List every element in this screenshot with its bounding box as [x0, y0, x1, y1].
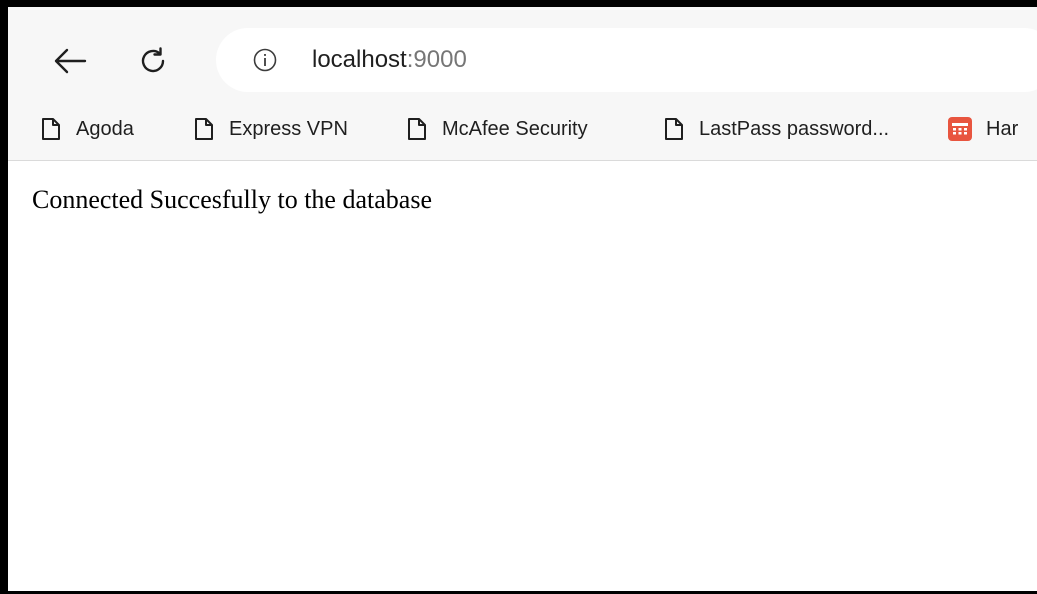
back-arrow-icon [54, 48, 87, 74]
site-info-icon[interactable] [253, 48, 277, 72]
bookmark-har[interactable]: Har [948, 109, 1018, 149]
bookmark-lastpass[interactable]: LastPass password... [663, 109, 889, 149]
reload-icon [141, 47, 165, 73]
bookmark-agoda[interactable]: Agoda [40, 109, 134, 149]
bookmark-mcafee-security[interactable]: McAfee Security [406, 109, 588, 149]
app-icon [948, 117, 972, 141]
url-host: localhost [312, 46, 407, 73]
browser-toolbar: localhost:9000 Agoda Express VPN McAfee … [8, 7, 1037, 161]
bookmark-label: Har [986, 117, 1019, 140]
back-button[interactable] [50, 41, 90, 81]
bookmarks-bar: Agoda Express VPN McAfee Security LastPa… [8, 109, 1037, 149]
status-message: Connected Succesfully to the database [32, 185, 432, 214]
page-icon [406, 116, 428, 142]
bookmark-label: McAfee Security [442, 117, 588, 140]
reload-button[interactable] [133, 41, 173, 81]
page-icon [40, 116, 62, 142]
bookmark-express-vpn[interactable]: Express VPN [193, 109, 348, 149]
url-text[interactable]: localhost:9000 [312, 45, 467, 75]
page-icon [193, 116, 215, 142]
browser-window: localhost:9000 Agoda Express VPN McAfee … [0, 0, 1037, 594]
page-icon [663, 116, 685, 142]
bookmark-label: Agoda [76, 117, 134, 140]
page-content: Connected Succesfully to the database [8, 162, 1037, 591]
bookmark-label: Express VPN [229, 117, 348, 140]
url-port: :9000 [406, 46, 467, 73]
address-bar[interactable]: localhost:9000 [216, 28, 1037, 92]
bookmark-label: LastPass password... [699, 117, 890, 140]
